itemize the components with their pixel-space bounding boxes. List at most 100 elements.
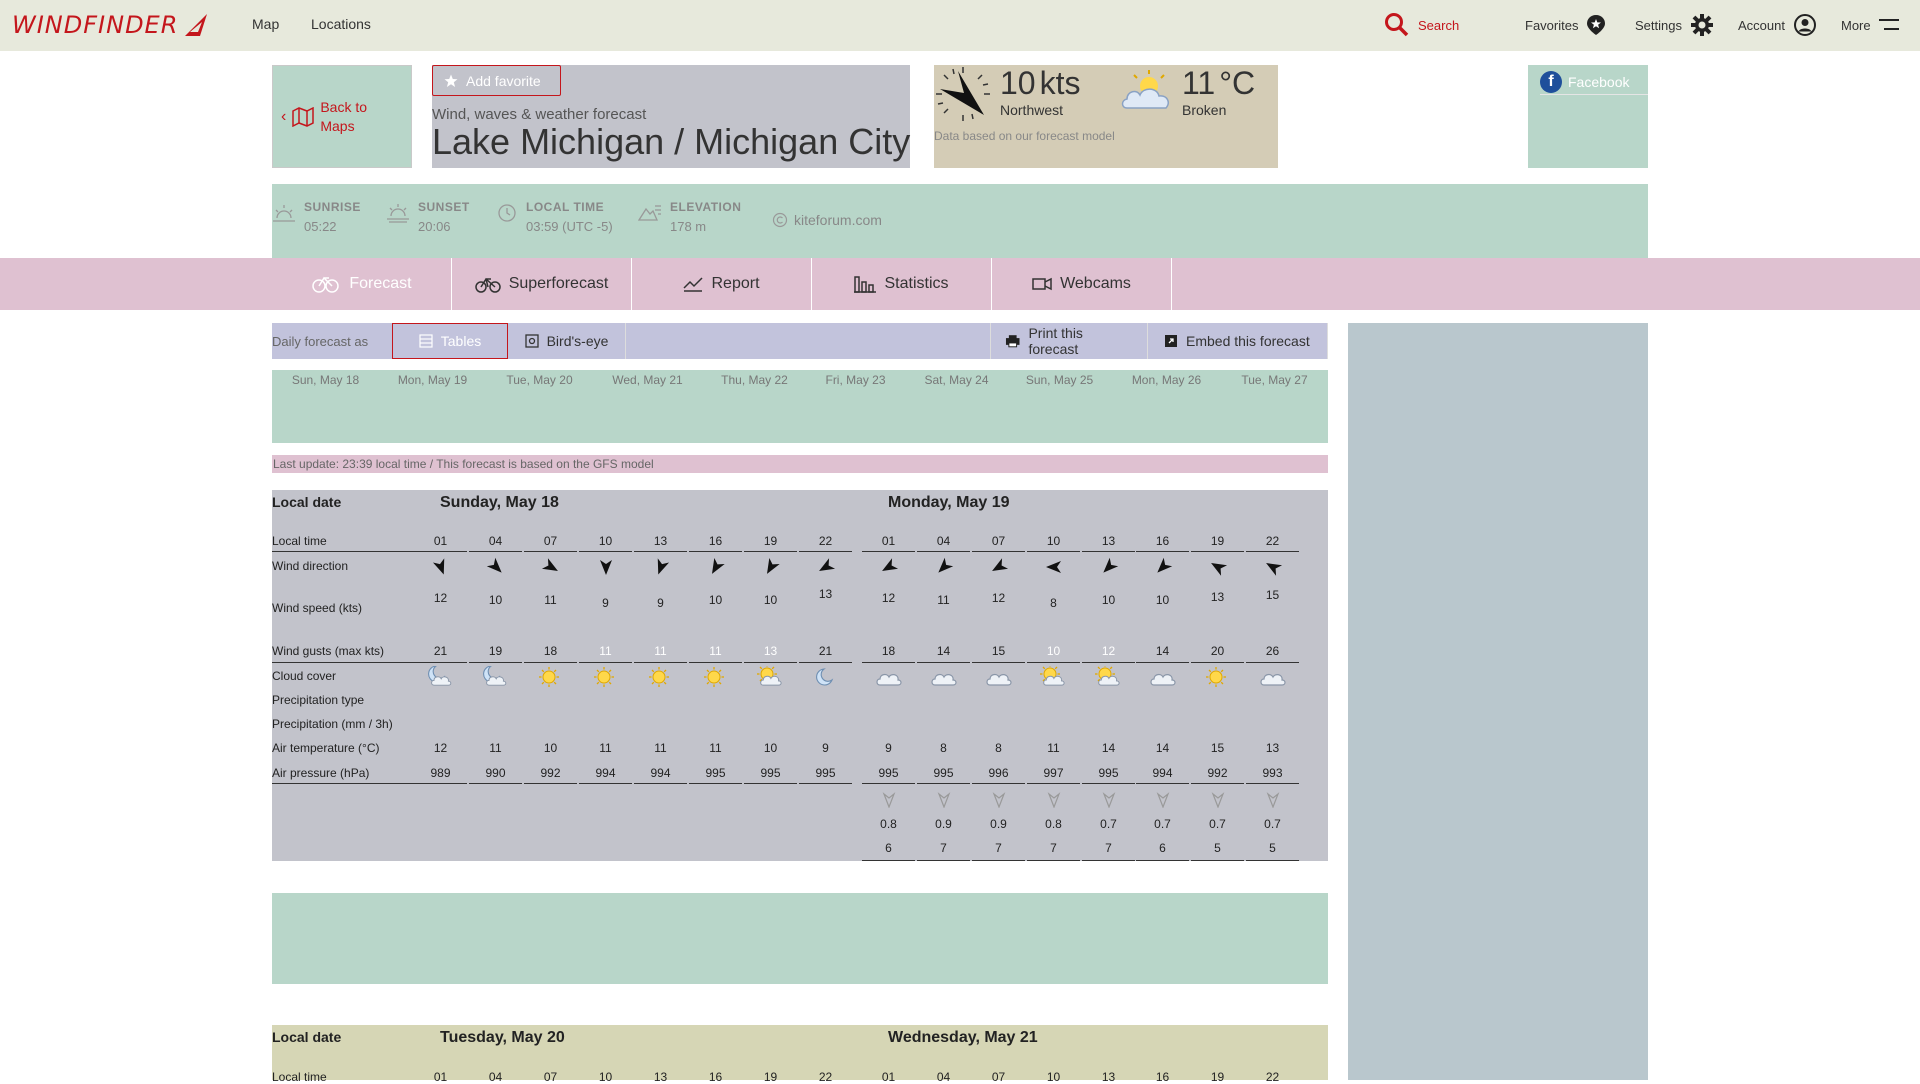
- birdseye-icon: [524, 334, 539, 348]
- wave-direction-arrow-icon: [1082, 792, 1135, 810]
- wind-gust-cell: 21: [433, 644, 448, 658]
- day-tab[interactable]: Tue, May 20: [486, 373, 593, 387]
- tables-view-button[interactable]: Tables: [392, 323, 508, 359]
- local-time-info: LOCAL TIME 03:59 (UTC -5): [496, 200, 613, 234]
- favorites-button[interactable]: Favorites: [1525, 13, 1606, 37]
- sun-cloud-icon: [744, 664, 797, 690]
- cell-divider: [524, 662, 577, 663]
- kiteforum-link[interactable]: kiteforum.com: [772, 212, 882, 228]
- cell-divider: [689, 662, 742, 663]
- air-temperature-cell: 11: [489, 741, 502, 755]
- air-temperature-cell: 12: [433, 741, 448, 755]
- print-icon: [1005, 335, 1020, 348]
- air-pressure-cell: 995: [760, 766, 781, 780]
- day-tab[interactable]: Sat, May 24: [903, 373, 1010, 387]
- current-wind-speed: 10 kts: [1000, 65, 1081, 101]
- facebook-button[interactable]: f Facebook: [1540, 69, 1648, 95]
- cell-divider: [1246, 860, 1299, 861]
- sunset-icon: [387, 204, 409, 223]
- wind-gust-cell: 11: [599, 644, 612, 658]
- local-time-cell: 13: [653, 534, 668, 548]
- embed-forecast-label: Embed this forecast: [1186, 333, 1310, 349]
- row-label-wind-speed: Wind speed (kts): [272, 601, 363, 615]
- forecast-table-1: Local date Sunday, May 18 Monday, May 19…: [272, 490, 1328, 861]
- cell-divider: [1246, 662, 1299, 663]
- day-tab[interactable]: Fri, May 23: [802, 373, 909, 387]
- tab-superforecast[interactable]: Superforecast: [452, 258, 632, 310]
- cell-divider: [972, 860, 1025, 861]
- day-tab[interactable]: Sun, May 18: [272, 373, 379, 387]
- night-cloud-icon: [414, 665, 467, 690]
- print-forecast-button[interactable]: Print this forecast: [990, 323, 1148, 359]
- tab-statistics[interactable]: Statistics: [812, 258, 992, 310]
- wind-speed-cell: 10: [488, 593, 503, 607]
- wave-height-cell: 0.9: [935, 817, 952, 831]
- embed-icon: [1165, 335, 1177, 347]
- cell-divider: [744, 551, 797, 552]
- cloud-icon: [1136, 666, 1189, 690]
- wind-direction-arrow-icon: [524, 557, 577, 579]
- air-pressure-cell: 995: [878, 766, 899, 780]
- cell-divider: [1191, 551, 1244, 552]
- sidebar-ad-panel: [1348, 323, 1648, 1080]
- account-button[interactable]: Account: [1738, 13, 1817, 37]
- forecast-controls: Daily forecast as Tables Bird's-eye Prin…: [272, 323, 1328, 359]
- account-icon: [1793, 14, 1816, 36]
- windfinder-logo[interactable]: WINDFINDER: [12, 10, 210, 40]
- tab-report-label: Report: [711, 275, 760, 292]
- day-tab[interactable]: Tue, May 27: [1221, 373, 1328, 387]
- air-pressure-cell: 992: [540, 766, 561, 780]
- day-tab[interactable]: Mon, May 19: [379, 373, 486, 387]
- tab-report[interactable]: Report: [632, 258, 812, 310]
- cell-divider: [1027, 551, 1080, 552]
- wave-height-cell: 0.7: [1100, 817, 1117, 831]
- cell-divider: [689, 783, 742, 784]
- local-time-cell: 16: [1155, 534, 1170, 548]
- account-label: Account: [1738, 17, 1785, 33]
- wind-speed-cell: 11: [544, 593, 557, 607]
- air-temperature-cell: 11: [654, 741, 667, 755]
- day-tab[interactable]: Sun, May 25: [1006, 373, 1113, 387]
- tab-webcams[interactable]: Webcams: [992, 258, 1172, 310]
- wave-height-cell: 0.8: [1045, 817, 1062, 831]
- local-time-cell: 04: [488, 1070, 503, 1084]
- row-divider: [272, 662, 432, 663]
- add-favorite-button[interactable]: Add favorite: [432, 65, 561, 96]
- cell-divider: [799, 783, 852, 784]
- birdseye-view-button[interactable]: Bird's-eye: [508, 323, 626, 359]
- day-tab[interactable]: Wed, May 21: [594, 373, 701, 387]
- row-label-wind-gusts: Wind gusts (max kts): [272, 644, 385, 658]
- wind-direction-arrow-icon: [634, 557, 687, 579]
- cell-divider: [1191, 662, 1244, 663]
- back-to-maps-button[interactable]: ‹ Back to Maps: [272, 65, 412, 168]
- settings-label: Settings: [1635, 17, 1682, 33]
- air-pressure-cell: 995: [815, 766, 836, 780]
- nav-locations-link[interactable]: Locations: [311, 16, 371, 32]
- wind-gust-cell: 13: [763, 644, 778, 658]
- day-tab[interactable]: Mon, May 26: [1113, 373, 1220, 387]
- social-box: f Facebook: [1528, 65, 1648, 168]
- tab-webcams-label: Webcams: [1060, 275, 1131, 292]
- more-button[interactable]: More: [1841, 13, 1899, 37]
- tab-forecast[interactable]: Forecast: [272, 258, 452, 310]
- cell-divider: [744, 662, 797, 663]
- wave-period-cell: 5: [1214, 841, 1221, 855]
- local-time-cell: 04: [488, 534, 503, 548]
- wind-direction-arrow-icon: [414, 557, 467, 579]
- settings-button[interactable]: Settings: [1635, 13, 1714, 37]
- cell-divider: [1082, 860, 1135, 861]
- air-temperature-cell: 15: [1210, 741, 1225, 755]
- wind-gust-cell: 18: [881, 644, 896, 658]
- wind-direction-arrow-icon: [1191, 557, 1244, 579]
- local-date-label: Local date: [272, 494, 342, 510]
- sun-icon: [1191, 666, 1244, 690]
- current-temperature: 11 °C: [1182, 65, 1256, 101]
- air-pressure-cell: 994: [595, 766, 616, 780]
- search-button[interactable]: Search: [1384, 13, 1459, 37]
- menu-icon: [1878, 19, 1899, 30]
- day-tab[interactable]: Thu, May 22: [701, 373, 808, 387]
- tab-statistics-label: Statistics: [884, 275, 949, 292]
- nav-map-link[interactable]: Map: [252, 16, 279, 32]
- cloud-icon: [862, 666, 915, 690]
- embed-forecast-button[interactable]: Embed this forecast: [1150, 323, 1328, 359]
